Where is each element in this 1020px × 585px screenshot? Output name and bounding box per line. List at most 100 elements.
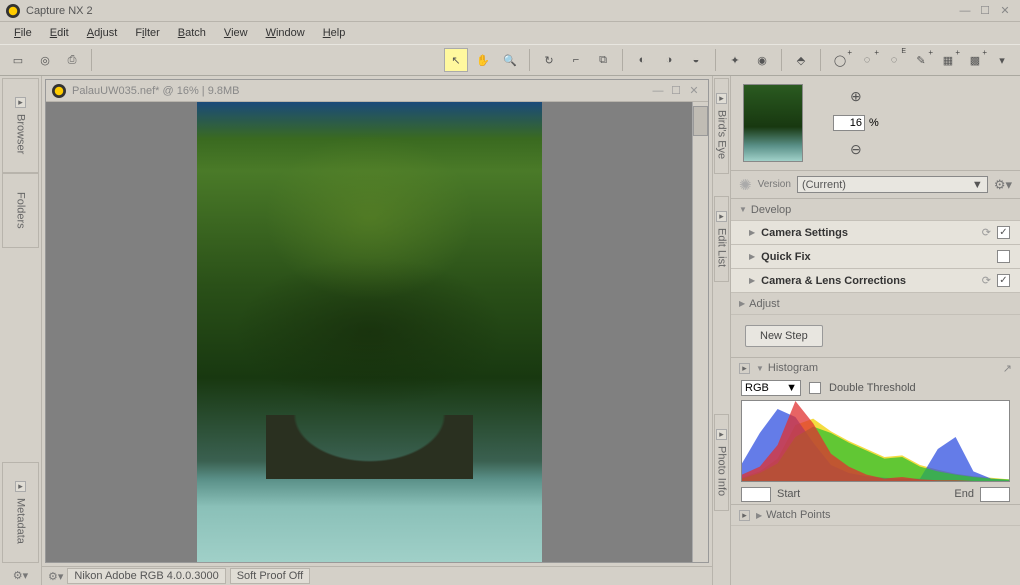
doc-minimize-button[interactable]: — [650,84,666,98]
develop-item-label: Quick Fix [761,251,997,263]
section-watch-points[interactable]: ▸ ▶ Watch Points [731,504,1020,526]
tab-edit-list[interactable]: ▸Edit List [714,196,729,282]
section-adjust[interactable]: ▶Adjust [731,293,1020,315]
lasso-tool[interactable]: ◯ [828,48,852,72]
menu-help[interactable]: Help [315,25,354,41]
develop-item-checkbox[interactable] [997,250,1010,263]
menu-batch[interactable]: Batch [170,25,214,41]
rotate-tool[interactable]: ↻ [537,48,561,72]
more-tool[interactable]: ▾ [990,48,1014,72]
minimize-button[interactable]: — [956,3,974,19]
redeye-tool[interactable]: ◉ [750,48,774,72]
popout-icon[interactable]: ↗ [1003,362,1012,375]
link-icon: ⟳ [982,274,991,287]
histogram-title: Histogram [768,362,818,374]
triangle-right-icon: ▶ [739,299,745,308]
menu-file[interactable]: File [6,25,40,41]
status-gear-icon[interactable]: ⚙▾ [48,570,63,583]
version-label: Version [758,179,791,190]
link-icon: ⟳ [982,226,991,239]
double-threshold-checkbox[interactable] [809,382,821,394]
main-toolbar: ▭ ◎ ⎙ ↖ ✋ 🔍 ↻ ⌐ ⧉ ◐ ◑ ◒ ✦ ◉ ⬘ ◯ ◌ ◌ ✎ ▦ … [0,44,1020,76]
develop-item-checkbox[interactable]: ✓ [997,226,1010,239]
hand-tool[interactable]: ✋ [471,48,495,72]
select-edit-tool[interactable]: ◌ [882,48,906,72]
tab-birds-eye[interactable]: ▸Bird's Eye [714,78,729,174]
section-develop[interactable]: ▼Develop [731,199,1020,221]
gradient-tool[interactable]: ▦ [936,48,960,72]
develop-item[interactable]: ▶Camera & Lens Corrections⟳✓ [731,269,1020,293]
doc-close-button[interactable]: ✕ [686,84,702,98]
version-gear-icon[interactable]: ⚙▾ [994,177,1012,193]
expand-icon: ▸ [716,211,727,222]
develop-item-checkbox[interactable]: ✓ [997,274,1010,287]
zoom-out-icon[interactable]: ⊖ [850,141,862,158]
histogram-end-input[interactable] [980,487,1010,502]
menu-adjust[interactable]: Adjust [79,25,126,41]
histogram-channel-select[interactable]: RGB▼ [741,380,801,396]
open-tool[interactable]: ▭ [6,48,30,72]
birds-eye-thumbnail[interactable] [743,84,803,162]
menu-view[interactable]: View [216,25,256,41]
expand-icon: ▸ [716,93,727,104]
photo-preview [197,102,542,562]
expand-icon: ▸ [15,97,26,108]
tab-browser[interactable]: ▸Browser [2,78,39,173]
zoom-input[interactable] [833,115,865,131]
menu-filter[interactable]: Filter [127,25,167,41]
menu-edit[interactable]: Edit [42,25,77,41]
doc-maximize-button[interactable]: ☐ [668,84,684,98]
tab-folders[interactable]: Folders [2,173,39,248]
triangle-down-icon: ▼ [739,205,747,214]
camera-tool[interactable]: ◎ [33,48,57,72]
triangle-right-icon: ▶ [749,276,755,285]
new-step-button[interactable]: New Step [745,325,823,347]
brush-tool[interactable]: ✎ [909,48,933,72]
black-point-tool[interactable]: ◐ [630,48,654,72]
expand-icon: ▸ [15,481,26,492]
histogram-start-label: Start [777,488,800,500]
triangle-down-icon: ▼ [756,364,764,373]
expand-icon: ▸ [716,429,727,440]
settings-gear-icon[interactable]: ⚙▾ [0,565,41,585]
tab-photo-info[interactable]: ▸Photo Info [714,414,729,511]
develop-item[interactable]: ▶ Quick Fix [731,245,1020,269]
status-color-profile: Nikon Adobe RGB 4.0.0.3000 [67,568,225,584]
histogram-plot [741,400,1010,482]
expand-icon[interactable]: ▸ [739,363,750,374]
close-button[interactable]: ✕ [996,3,1014,19]
menu-window[interactable]: Window [258,25,313,41]
doc-icon [52,84,66,98]
neutral-point-tool[interactable]: ◒ [684,48,708,72]
triangle-right-icon: ▶ [749,228,755,237]
tag-tool[interactable]: ⬘ [789,48,813,72]
develop-item-label: Camera Settings [761,227,982,239]
expand-icon[interactable]: ▸ [739,510,750,521]
app-title: Capture NX 2 [26,5,956,17]
maximize-button[interactable]: ☐ [976,3,994,19]
histogram-start-input[interactable] [741,487,771,502]
crop-tool[interactable]: ⧉ [591,48,615,72]
arrow-tool[interactable]: ↖ [444,48,468,72]
develop-item[interactable]: ▶ Camera Settings⟳ ✓ [731,221,1020,245]
double-threshold-label: Double Threshold [829,382,916,394]
zoom-tool[interactable]: 🔍 [498,48,522,72]
zoom-in-icon[interactable]: ⊕ [850,88,862,105]
fill-tool[interactable]: ▩ [963,48,987,72]
version-select[interactable]: (Current)▼ [797,176,988,193]
select-plus-tool[interactable]: ◌ [855,48,879,72]
vertical-scrollbar[interactable] [692,102,708,562]
triangle-right-icon: ▶ [749,252,755,261]
status-soft-proof[interactable]: Soft Proof Off [230,568,310,584]
star-tool[interactable]: ✦ [723,48,747,72]
menubar: File Edit Adjust Filter Batch View Windo… [0,22,1020,44]
app-icon [6,4,20,18]
straighten-tool[interactable]: ⌐ [564,48,588,72]
birds-eye-panel: ⊕ % ⊖ [731,76,1020,171]
document-title: PalauUW035.nef* @ 16% | 9.8MB [72,85,650,97]
image-canvas[interactable] [46,102,692,562]
tab-metadata[interactable]: ▸Metadata [2,462,39,563]
white-point-tool[interactable]: ◑ [657,48,681,72]
print-tool[interactable]: ⎙ [60,48,84,72]
zoom-unit: % [869,117,879,129]
